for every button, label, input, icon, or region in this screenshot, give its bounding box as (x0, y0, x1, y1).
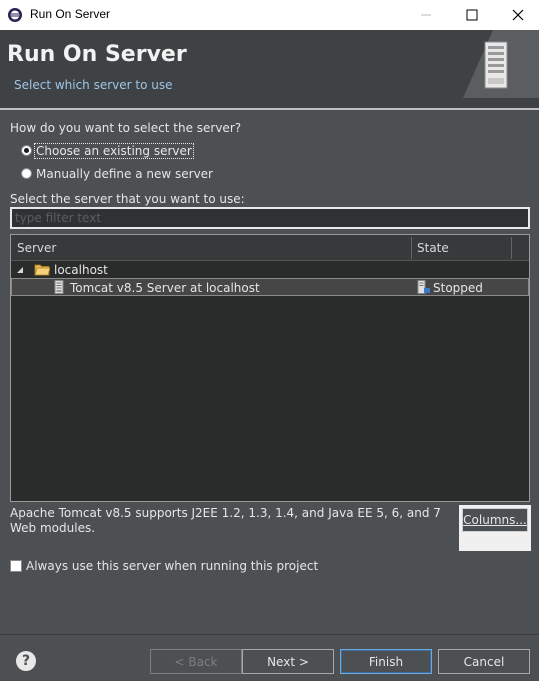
cancel-button[interactable]: Cancel (438, 649, 530, 674)
server-icon (54, 280, 64, 294)
banner-subtitle: Select which server to use (14, 78, 173, 92)
banner-separator (0, 108, 539, 110)
server-state: Stopped (433, 281, 483, 295)
title-bar: Run On Server (0, 0, 539, 30)
close-button[interactable] (495, 0, 539, 30)
minimize-icon (421, 14, 431, 16)
server-rack-icon (463, 30, 539, 98)
radio-choose-existing-label[interactable]: Choose an existing server (34, 143, 194, 159)
banner-title: Run On Server (7, 42, 187, 67)
always-use-checkbox[interactable] (10, 560, 22, 572)
tree-row-label: localhost (54, 263, 108, 277)
radio-manually-define[interactable] (21, 168, 32, 179)
maximize-icon (466, 9, 478, 21)
maximize-button[interactable] (449, 0, 495, 30)
minimize-button[interactable] (403, 0, 449, 30)
tree-row-localhost[interactable]: localhost (11, 261, 529, 279)
eclipse-app-icon (8, 8, 22, 22)
next-button[interactable]: Next > (242, 649, 334, 674)
columns-button-frame: Columns... (459, 505, 531, 551)
columns-button[interactable]: Columns... (462, 508, 528, 532)
server-list-label: Select the server that you want to use: (10, 192, 245, 206)
column-separator[interactable] (411, 237, 412, 259)
column-header-state[interactable]: State (417, 241, 449, 255)
always-use-label[interactable]: Always use this server when running this… (26, 559, 318, 573)
folder-icon (34, 264, 50, 276)
server-table[interactable]: Server State localhost Tomcat v8.5 Serve… (10, 234, 530, 502)
help-button[interactable]: ? (16, 651, 36, 671)
radio-choose-existing-text: Choose an existing server (36, 144, 192, 158)
selection-question: How do you want to select the server? (10, 121, 242, 135)
server-description: Apache Tomcat v8.5 supports J2EE 1.2, 1.… (10, 506, 441, 535)
table-header: Server State (11, 235, 529, 261)
radio-choose-existing[interactable] (21, 145, 32, 156)
footer-separator (0, 634, 539, 635)
expand-arrow-icon[interactable] (16, 266, 24, 274)
radio-manually-define-label[interactable]: Manually define a new server (36, 167, 213, 181)
column-header-server[interactable]: Server (17, 241, 56, 255)
window-title: Run On Server (30, 7, 111, 21)
wizard-banner: Run On Server Select which server to use (0, 30, 539, 108)
column-separator[interactable] (511, 237, 512, 259)
filter-input[interactable] (10, 207, 530, 229)
tree-row-label: Tomcat v8.5 Server at localhost (70, 281, 260, 295)
close-icon (512, 9, 524, 21)
tree-row-tomcat-server[interactable]: Tomcat v8.5 Server at localhost Stopped (11, 278, 529, 296)
columns-button-label: Columns... (463, 513, 527, 527)
server-stopped-icon (417, 280, 430, 294)
finish-button[interactable]: Finish (340, 649, 432, 674)
back-button[interactable]: < Back (150, 649, 242, 674)
help-icon: ? (21, 653, 31, 669)
